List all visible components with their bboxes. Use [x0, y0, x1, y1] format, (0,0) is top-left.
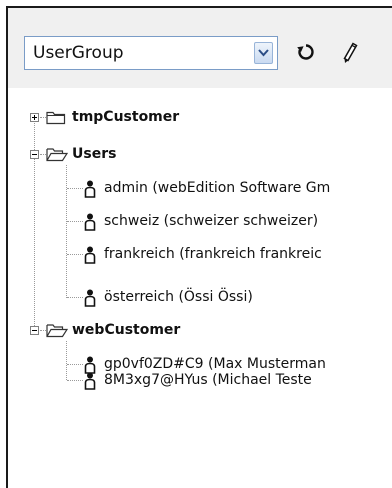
group-select[interactable]: UserGroup — [24, 36, 278, 70]
refresh-button[interactable] — [290, 36, 322, 68]
tree-item-label: österreich (Össi Össi) — [104, 289, 253, 305]
tree-item-label: 8M3xg7@HYus (Michael Teste — [104, 372, 312, 388]
open-folder-icon — [46, 148, 68, 162]
edit-button[interactable] — [334, 36, 366, 68]
pencil-icon — [343, 42, 358, 63]
tree-item-label: schweiz (schweizer schweizer) — [104, 213, 319, 229]
open-folder-icon — [46, 324, 68, 338]
user-icon — [84, 180, 96, 198]
tree-group-tmpcustomer[interactable]: tmpCustomer — [0, 106, 392, 128]
tree-group-label: tmpCustomer — [72, 109, 180, 125]
user-icon — [84, 372, 96, 390]
group-select-value: UserGroup — [33, 43, 124, 63]
expand-toggle[interactable] — [30, 113, 39, 122]
user-icon — [84, 289, 96, 307]
tree-item-customer[interactable]: admin (webEdition Software Gm — [0, 177, 392, 199]
folder-icon — [46, 111, 66, 125]
tree-group-label: webCustomer — [72, 322, 181, 338]
chevron-down-icon[interactable] — [254, 42, 273, 64]
tree-item-customer[interactable]: schweiz (schweizer schweizer) — [0, 210, 392, 232]
tree-item-customer[interactable]: 8M3xg7@HYus (Michael Teste — [0, 369, 392, 391]
tree-group-label: Users — [72, 146, 117, 162]
user-icon — [84, 213, 96, 231]
collapse-toggle[interactable] — [30, 326, 39, 335]
tree-group-webcustomer[interactable]: webCustomer — [0, 319, 392, 341]
user-icon — [84, 246, 96, 264]
tree-item-customer[interactable]: österreich (Össi Össi) — [0, 286, 392, 308]
tree-item-customer[interactable]: frankreich (frankreich frankreic — [0, 243, 392, 265]
collapse-toggle[interactable] — [30, 150, 39, 159]
tree-item-label: frankreich (frankreich frankreic — [104, 246, 322, 262]
tree-group-users[interactable]: Users — [0, 143, 392, 165]
refresh-icon — [297, 44, 314, 60]
tree-item-label: admin (webEdition Software Gm — [104, 180, 331, 196]
